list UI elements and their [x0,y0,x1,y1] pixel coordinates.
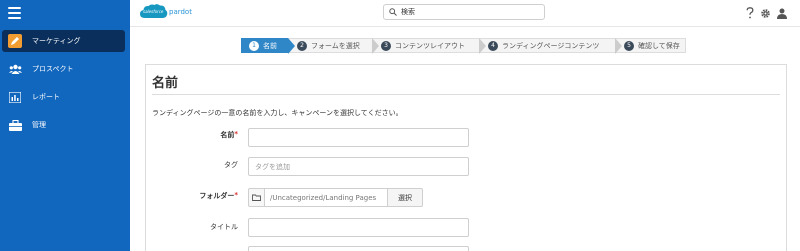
sidebar-item-label: マーケティング [32,37,81,45]
step-number: 3 [381,40,391,51]
menu-icon[interactable] [8,7,21,19]
required-marker: * [234,130,238,138]
logo-cloud-text: salesforce [143,9,164,14]
required-marker: * [234,191,238,199]
folder-icon [252,194,261,201]
name-label: 名前* [145,130,238,140]
logo-text: pardot [169,8,192,16]
step-label: コンテンツレイアウト [395,41,465,50]
search-input[interactable] [401,8,531,16]
folder-selector: /Uncategorized/Landing Pages 選択 [248,188,448,207]
top-bar: salesforce pardot [130,0,800,27]
sidebar-item-admin[interactable]: 管理 [2,114,125,136]
step-label: 確認して保存 [638,41,680,50]
sidebar-item-label: プロスペクト [32,65,74,73]
folder-label: フォルダー* [145,191,238,201]
folder-select-button[interactable]: 選択 [388,188,423,207]
title-input[interactable] [248,218,469,237]
step-review-save[interactable]: 5 確認して保存 [615,38,686,53]
step-number: 5 [624,40,634,51]
sidebar-item-reports[interactable]: レポート [2,86,125,108]
help-icon[interactable] [744,7,755,19]
tag-input[interactable] [248,157,469,176]
people-icon [8,63,22,76]
panel-title: 名前 [152,76,179,91]
step-arrow [615,38,622,54]
step-name[interactable]: 1 名前 [241,38,295,54]
name-label-text: 名前 [220,131,235,139]
search-icon [389,8,397,16]
step-arrow [479,38,486,54]
step-label: 名前 [263,41,277,50]
briefcase-icon [8,119,22,132]
step-content-layout[interactable]: 3 コンテンツレイアウト [372,38,486,54]
sidebar-item-marketing[interactable]: マーケティング [2,30,125,52]
user-icon[interactable] [776,7,787,19]
pencil-icon [8,34,22,48]
sidebar-item-label: レポート [32,93,60,101]
title-label: タイトル [210,223,238,231]
panel-description: ランディングページの一意の名前を入力し、キャンペーンを選択してください。 [152,109,403,117]
next-field-input[interactable] [248,246,469,251]
folder-path: /Uncategorized/Landing Pages [264,188,388,207]
sidebar: マーケティング プロスペクト レポート 管理 [0,0,130,251]
step-label: フォームを選択 [311,41,360,50]
name-input[interactable] [248,128,469,147]
divider [152,94,780,95]
step-landing-page-content[interactable]: 4 ランディングページコンテンツ [479,38,622,54]
step-label: ランディングページコンテンツ [502,41,600,50]
step-number: 2 [297,40,307,51]
wizard-steps: 1 名前 2 フォームを選択 3 コンテンツレイアウト 4 ランディングページコ… [241,38,686,54]
step-arrow [288,38,295,54]
tag-label: タグ [224,161,238,169]
step-number: 1 [249,40,259,51]
chart-icon [8,91,22,104]
step-select-form[interactable]: 2 フォームを選択 [288,38,379,54]
folder-icon-box [248,188,264,207]
step-number: 4 [488,40,498,51]
gear-icon[interactable] [760,7,771,19]
folder-label-text: フォルダー [199,192,235,200]
sidebar-item-label: 管理 [32,121,46,129]
search-box[interactable] [383,4,545,20]
step-arrow [372,38,379,54]
sidebar-item-prospects[interactable]: プロスペクト [2,58,125,80]
